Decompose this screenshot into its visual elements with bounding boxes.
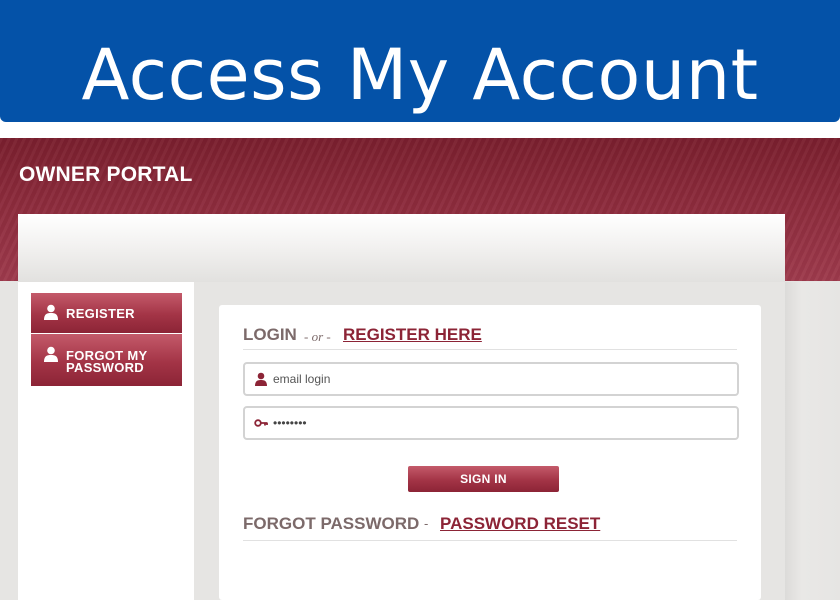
register-here-link[interactable]: REGISTER HERE bbox=[343, 325, 482, 345]
sidebar-item-forgot-password[interactable]: FORGOT MY PASSWORD bbox=[31, 334, 182, 386]
key-icon bbox=[254, 419, 268, 427]
banner-title: Access My Account bbox=[81, 34, 759, 116]
email-input[interactable] bbox=[273, 364, 723, 394]
login-heading-row: LOGIN - or - REGISTER HERE bbox=[243, 325, 737, 350]
banner: Access My Account bbox=[0, 0, 840, 122]
owner-portal: OWNER PORTAL REGISTER FORGOT MY PASSWORD… bbox=[0, 138, 840, 600]
user-icon bbox=[44, 304, 58, 320]
password-reset-link[interactable]: PASSWORD RESET bbox=[440, 514, 600, 534]
right-edge-shadow bbox=[785, 282, 840, 600]
email-field[interactable] bbox=[243, 362, 739, 396]
sign-in-button[interactable]: SIGN IN bbox=[408, 466, 559, 492]
user-icon bbox=[44, 346, 58, 362]
or-separator: - or - bbox=[304, 329, 331, 344]
sidebar: REGISTER FORGOT MY PASSWORD bbox=[18, 282, 194, 600]
dash-separator: - bbox=[424, 516, 429, 531]
top-panel bbox=[18, 214, 785, 282]
sidebar-item-label: REGISTER bbox=[66, 306, 135, 321]
login-panel: LOGIN - or - REGISTER HERE SIGN IN FORGO… bbox=[219, 305, 761, 600]
forgot-row: FORGOT PASSWORD - PASSWORD RESET bbox=[243, 514, 737, 541]
user-icon bbox=[255, 372, 267, 386]
sidebar-item-label: FORGOT MY PASSWORD bbox=[66, 348, 148, 375]
forgot-password-heading: FORGOT PASSWORD bbox=[243, 514, 420, 533]
password-input[interactable] bbox=[273, 408, 723, 438]
sidebar-item-register[interactable]: REGISTER bbox=[31, 293, 182, 333]
login-heading: LOGIN bbox=[243, 325, 297, 344]
password-field[interactable] bbox=[243, 406, 739, 440]
portal-title: OWNER PORTAL bbox=[19, 163, 193, 186]
